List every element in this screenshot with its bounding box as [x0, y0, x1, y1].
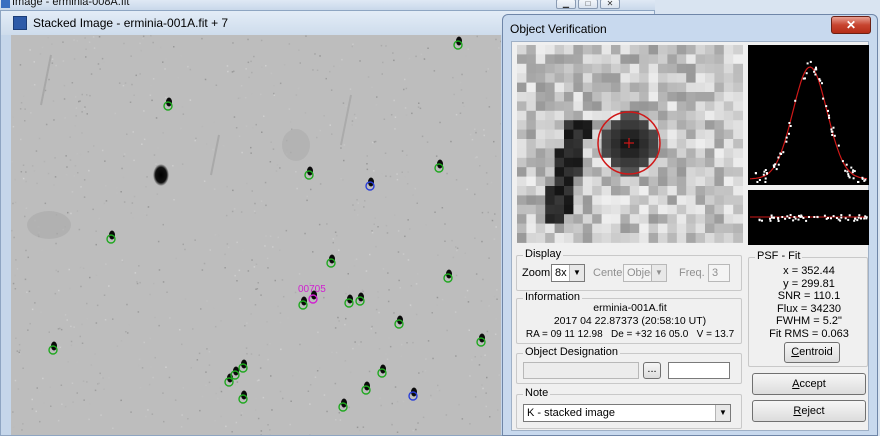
psf-fit-legend: PSF - Fit: [755, 250, 803, 262]
star-marker[interactable]: [48, 341, 58, 355]
zoomed-object-view[interactable]: [517, 45, 743, 243]
note-value: K - stacked image: [527, 407, 616, 419]
psf-residual-plot: [748, 190, 869, 245]
star-field-canvas[interactable]: 00705: [11, 35, 501, 435]
star-marker[interactable]: [443, 269, 453, 283]
star-marker[interactable]: [238, 390, 248, 404]
dialog-titlebar[interactable]: Object Verification ✕: [503, 15, 877, 41]
chevron-down-icon: ▼: [715, 405, 730, 421]
center-label: Center: [593, 267, 627, 279]
center-select[interactable]: Object ▼: [623, 264, 667, 282]
star-marker[interactable]: [163, 97, 173, 111]
info-filename: erminia-001A.fit: [593, 302, 667, 314]
star-marker[interactable]: [453, 36, 463, 50]
psf-x: x = 352.44: [783, 265, 835, 277]
star-marker[interactable]: [344, 294, 354, 308]
centroid-button[interactable]: Centroid: [784, 342, 840, 363]
star-marker[interactable]: [476, 333, 486, 347]
moving-object-marker[interactable]: [365, 177, 375, 191]
dialog-close-button[interactable]: ✕: [831, 16, 871, 34]
chevron-down-icon: ▼: [569, 265, 584, 281]
back-window-title: Image - erminia-008A.fit: [12, 0, 130, 8]
freq-spinner[interactable]: 3: [708, 264, 730, 282]
star-marker[interactable]: [326, 254, 336, 268]
reject-button[interactable]: Reject: [752, 400, 866, 422]
star-marker[interactable]: [355, 292, 365, 306]
psf-stats: x = 352.44 y = 299.81 SNR = 110.1 Flux =…: [749, 265, 869, 340]
star-marker[interactable]: [238, 359, 248, 373]
psf-snr: SNR = 110.1: [777, 290, 841, 302]
designation-legend: Object Designation: [523, 346, 620, 358]
star-marker[interactable]: [377, 364, 387, 378]
minimize-icon[interactable]: ▁: [556, 0, 576, 9]
designation-secondary-input[interactable]: [668, 362, 730, 379]
star-marker[interactable]: [394, 315, 404, 329]
note-group: Note K - stacked image ▼: [516, 387, 742, 429]
zoom-select[interactable]: 8x ▼: [551, 264, 585, 282]
close-icon[interactable]: ✕: [600, 0, 620, 9]
maximize-icon[interactable]: □: [578, 0, 598, 9]
psf-flux: Flux = 34230: [777, 302, 841, 315]
object-verification-dialog: Object Verification ✕ Display Zoom 8x ▼ …: [502, 14, 878, 436]
information-group: Information erminia-001A.fit 2017 04 22.…: [516, 291, 742, 344]
bright-star: [153, 164, 169, 186]
psf-profile-plot: [748, 45, 869, 185]
designation-input[interactable]: [523, 362, 639, 379]
app-icon: [1, 0, 10, 8]
moving-object-marker[interactable]: [408, 387, 418, 401]
dialog-body: Display Zoom 8x ▼ Center Object ▼ Freq. …: [511, 41, 869, 431]
freq-value: 3: [712, 267, 719, 279]
object-designation-group: Object Designation ...: [516, 346, 742, 384]
star-marker[interactable]: [224, 373, 234, 387]
accept-button[interactable]: Accept: [752, 373, 866, 395]
app-icon: [13, 16, 27, 30]
note-select[interactable]: K - stacked image ▼: [523, 404, 731, 422]
zoom-label: Zoom: [522, 267, 551, 279]
star-marker[interactable]: [298, 296, 308, 310]
zoom-value: 8x: [555, 267, 567, 279]
chevron-down-icon: ▼: [651, 265, 666, 281]
display-legend: Display: [523, 248, 564, 260]
star-marker[interactable]: [106, 230, 116, 244]
psf-y: y = 299.81: [783, 277, 835, 290]
dialog-title: Object Verification: [510, 22, 607, 36]
star-field-image[interactable]: 00705: [11, 35, 501, 435]
info-datetime: 2017 04 22.87373 (20:58:10 UT): [553, 315, 707, 327]
stacked-window-title: Stacked Image - erminia-001A.fit + 7: [33, 16, 229, 30]
psf-fwhm: FWHM = 5.2": [776, 315, 842, 327]
note-legend: Note: [523, 387, 551, 399]
display-group: Display Zoom 8x ▼ Center Object ▼ Freq. …: [516, 248, 742, 291]
psf-fit-rms: Fit RMS = 0.063: [769, 327, 849, 340]
star-marker[interactable]: [338, 398, 348, 412]
designation-browse-button[interactable]: ...: [643, 362, 661, 379]
freq-label: Freq.: [679, 267, 705, 279]
star-marker[interactable]: [361, 381, 371, 395]
star-marker[interactable]: [304, 166, 314, 180]
star-marker[interactable]: [230, 366, 240, 380]
info-coordinates: RA = 09 11 12.98 De = +32 16 05.0 V = 13…: [525, 329, 735, 340]
star-marker[interactable]: [434, 159, 444, 173]
psf-fit-group: PSF - Fit x = 352.44 y = 299.81 SNR = 11…: [748, 250, 869, 367]
